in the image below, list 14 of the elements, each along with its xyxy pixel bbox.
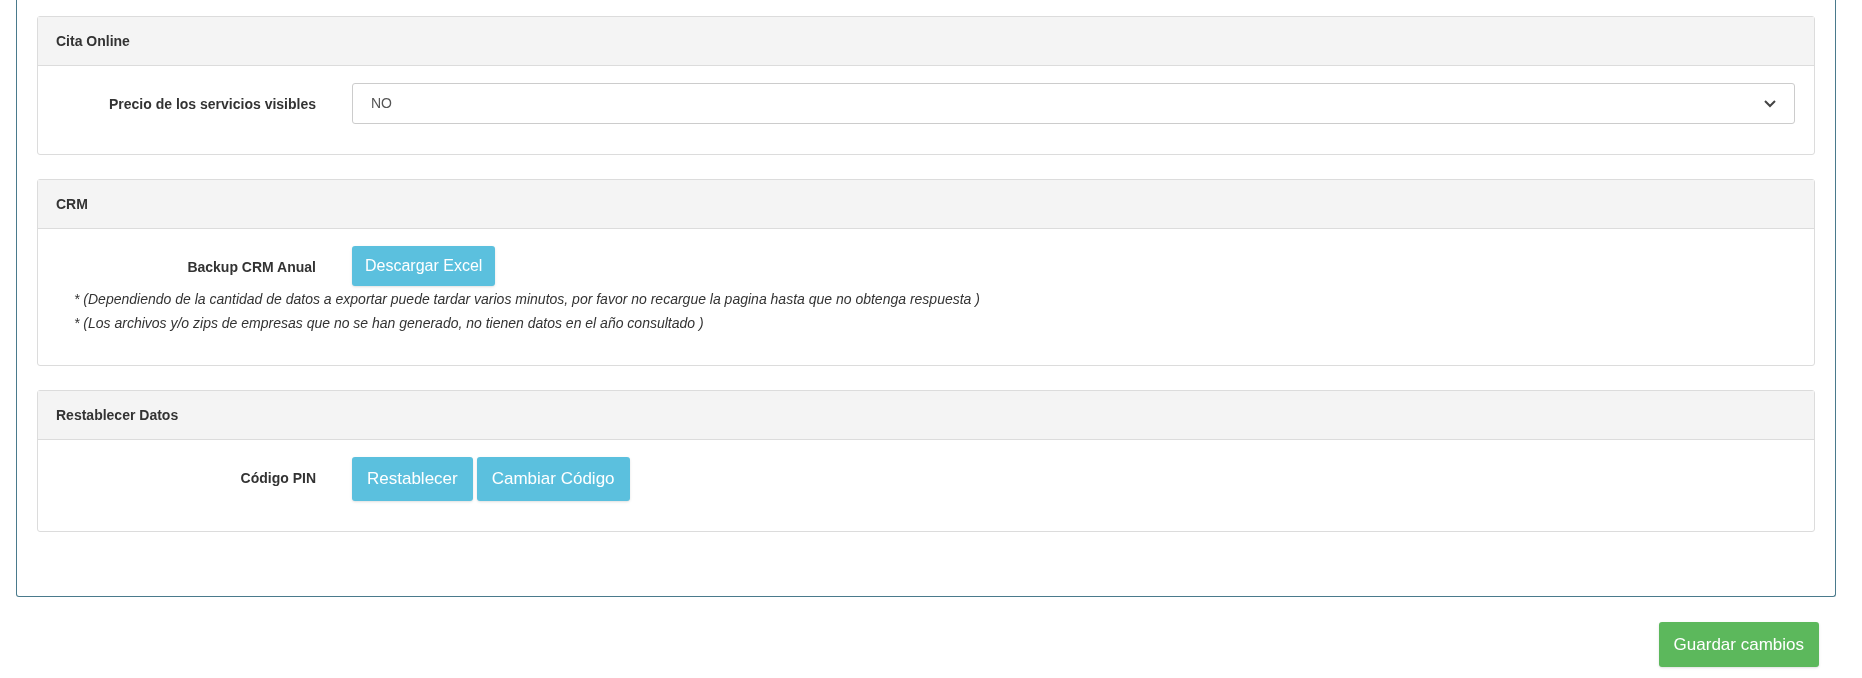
chevron-down-icon	[1764, 99, 1776, 108]
panel-title: Cita Online	[56, 31, 130, 51]
field-label: Backup CRM Anual	[186, 258, 316, 277]
action-button[interactable]: Cambiar Código	[476, 457, 630, 501]
action-button[interactable]: Restablecer	[352, 457, 473, 501]
panel-title: CRM	[56, 194, 88, 214]
note-text: * (Dependiendo de la cantidad de datos a exportar puede tardar varios minutos, por favor no recargue la pagina hasta que no obtenga respuesta )	[73, 290, 981, 309]
panel-title: Restablecer Datos	[56, 405, 179, 425]
field-label: Precio de los servicios visibles	[108, 95, 316, 114]
note-text: * (Los archivos y/o zips de empresas que no se han generado, no tienen datos en el año consultado )	[73, 314, 705, 333]
select-field[interactable]: NO	[352, 83, 1795, 124]
save-button[interactable]: Guardar cambios	[1658, 622, 1819, 667]
action-button[interactable]: Descargar Excel	[352, 246, 496, 286]
field-label: Código PIN	[239, 469, 316, 488]
